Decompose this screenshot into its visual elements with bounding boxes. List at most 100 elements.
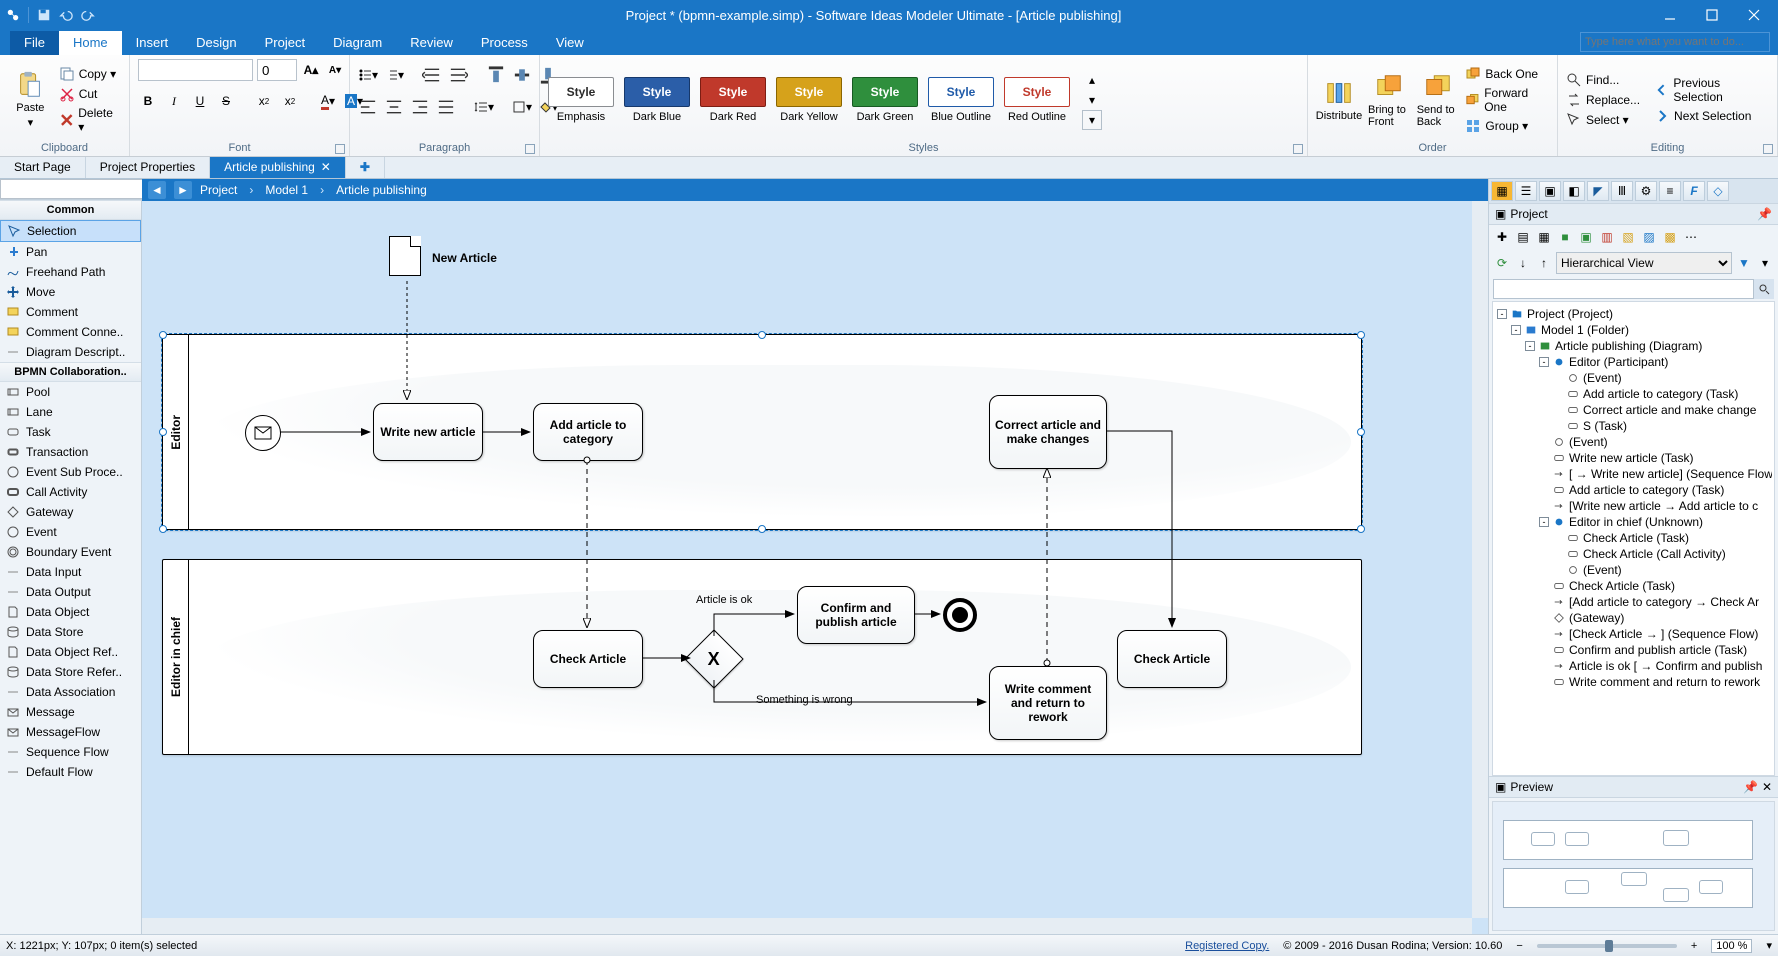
toolbox-item[interactable]: Call Activity	[0, 482, 141, 502]
minimize-button[interactable]	[1652, 4, 1688, 26]
shrink-font-icon[interactable]: A▾	[325, 60, 345, 80]
tab-process[interactable]: Process	[467, 31, 542, 55]
tb-icon[interactable]: ▤	[1514, 228, 1532, 246]
tab-design[interactable]: Design	[182, 31, 250, 55]
tree-expand-icon[interactable]: -	[1497, 309, 1507, 319]
tb-icon[interactable]: ↓	[1514, 254, 1532, 272]
tb-icon[interactable]: ■	[1556, 228, 1574, 246]
bullets-icon[interactable]: ▾	[358, 65, 378, 85]
tree-node[interactable]: (Event)	[1497, 434, 1772, 450]
tb-icon[interactable]: ▧	[1619, 228, 1637, 246]
toolbox-search[interactable]	[0, 179, 144, 199]
toolbox-item[interactable]: Default Flow	[0, 762, 141, 782]
tree-filter-input[interactable]	[1493, 279, 1754, 299]
tree-node[interactable]: Check Article (Task)	[1497, 530, 1772, 546]
tb-icon[interactable]: ▥	[1598, 228, 1616, 246]
breadcrumb-item[interactable]: Model 1	[265, 183, 308, 197]
panel-tab-icon[interactable]: ◧	[1563, 181, 1585, 201]
close-tab-icon[interactable]: ✕	[321, 160, 331, 174]
tb-icon[interactable]: ▦	[1535, 228, 1553, 246]
panel-tab-icon[interactable]: Ⅲ	[1611, 181, 1633, 201]
panel-tab-icon[interactable]: ≡	[1659, 181, 1681, 201]
toolbox-item[interactable]: Transaction	[0, 442, 141, 462]
tree-expand-icon[interactable]: -	[1539, 517, 1549, 527]
pin-icon[interactable]: 📌	[1757, 207, 1772, 221]
tree-node[interactable]: Write new article (Task)	[1497, 450, 1772, 466]
bpmn-task-confirm[interactable]: Confirm and publish article	[797, 586, 915, 644]
subscript-icon[interactable]: x2	[254, 91, 274, 111]
paragraph-launcher-icon[interactable]	[525, 144, 535, 154]
bring-front-button[interactable]: Bring to Front	[1368, 72, 1411, 128]
next-selection-button[interactable]: Next Selection	[1654, 108, 1769, 124]
style-scroll-up-icon[interactable]: ▴	[1082, 70, 1102, 90]
tb-more-icon[interactable]: ▾	[1756, 254, 1774, 272]
tb-icon[interactable]: ↑	[1535, 254, 1553, 272]
copy-button[interactable]: Copy ▾	[59, 66, 121, 82]
toolbox-item[interactable]: Task	[0, 422, 141, 442]
tab-insert[interactable]: Insert	[122, 31, 183, 55]
bpmn-data-object[interactable]	[389, 236, 421, 276]
doc-tab-start[interactable]: Start Page	[0, 157, 86, 178]
style-more-icon[interactable]: ▾	[1082, 110, 1102, 130]
align-mid-icon[interactable]	[512, 65, 532, 85]
tree-node[interactable]: (Event)	[1497, 370, 1772, 386]
toolbox-item[interactable]: Comment Conne..	[0, 322, 141, 342]
tree-expand-icon[interactable]: -	[1539, 357, 1549, 367]
tree-node[interactable]: (Event)	[1497, 562, 1772, 578]
toolbox-item[interactable]: Comment	[0, 302, 141, 322]
toolbox-item[interactable]: Pan	[0, 242, 141, 262]
ribbon-search[interactable]	[1580, 32, 1770, 52]
strike-icon[interactable]: S	[216, 91, 236, 111]
zoom-slider[interactable]	[1537, 944, 1677, 948]
tree-view-select[interactable]: Hierarchical View	[1556, 252, 1732, 274]
toolbox-item[interactable]: Boundary Event	[0, 542, 141, 562]
font-name-input[interactable]	[138, 59, 253, 81]
align-right-icon[interactable]	[410, 97, 430, 117]
tree-node[interactable]: Add article to category (Task)	[1497, 386, 1772, 402]
bpmn-task-check2[interactable]: Check Article	[1117, 630, 1227, 688]
maximize-button[interactable]	[1694, 4, 1730, 26]
breadcrumb-item[interactable]: Project	[200, 183, 237, 197]
panel-tab-icon[interactable]: ◇	[1707, 181, 1729, 201]
superscript-icon[interactable]: x2	[280, 91, 300, 111]
toolbox-item[interactable]: Data Output	[0, 582, 141, 602]
distribute-button[interactable]: Distribute	[1316, 78, 1362, 122]
pin-icon[interactable]: 📌	[1743, 780, 1758, 794]
project-tree[interactable]: -Project (Project)-Model 1 (Folder)-Arti…	[1492, 301, 1775, 776]
tab-review[interactable]: Review	[396, 31, 467, 55]
doc-tab-add[interactable]: ✚	[346, 157, 385, 178]
toolbox-item[interactable]: Freehand Path	[0, 262, 141, 282]
font-size-input[interactable]	[257, 59, 297, 81]
bpmn-task-write[interactable]: Write new article	[373, 403, 483, 461]
font-launcher-icon[interactable]	[335, 144, 345, 154]
tree-node[interactable]: Correct article and make change	[1497, 402, 1772, 418]
bpmn-task-correct[interactable]: Correct article and make changes	[989, 395, 1107, 469]
style-dark-yellow[interactable]: StyleDark Yellow	[776, 77, 842, 123]
group-button[interactable]: Group ▾	[1465, 118, 1549, 134]
tree-node[interactable]: [ → Write new article] (Sequence Flow)	[1497, 466, 1772, 482]
tree-node[interactable]: Write comment and return to rework	[1497, 674, 1772, 690]
toolbox-item[interactable]: Gateway	[0, 502, 141, 522]
tree-node[interactable]: [Add article to category → Check Ar	[1497, 594, 1772, 610]
panel-tab-icon[interactable]: ◤	[1587, 181, 1609, 201]
select-button[interactable]: Select ▾	[1566, 112, 1640, 128]
forward-one-button[interactable]: Forward One	[1465, 86, 1549, 114]
paste-button[interactable]: Paste ▾	[8, 70, 53, 129]
bpmn-task-check[interactable]: Check Article	[533, 630, 643, 688]
tree-node[interactable]: -Article publishing (Diagram)	[1497, 338, 1772, 354]
panel-tab-icon[interactable]: ▦	[1491, 181, 1513, 201]
panel-tab-icon[interactable]: ☰	[1515, 181, 1537, 201]
tb-new-icon[interactable]: ✚	[1493, 228, 1511, 246]
tab-file[interactable]: File	[10, 31, 59, 55]
toolbox-item[interactable]: Data Object	[0, 602, 141, 622]
toolbox-item[interactable]: Message	[0, 702, 141, 722]
zoom-in-icon[interactable]: +	[1691, 940, 1697, 952]
toolbox-item[interactable]: Data Store Refer..	[0, 662, 141, 682]
redo-icon[interactable]	[81, 8, 95, 22]
panel-tab-icon[interactable]: ▣	[1539, 181, 1561, 201]
panel-tab-icon[interactable]: ⚙	[1635, 181, 1657, 201]
editing-launcher-icon[interactable]	[1763, 144, 1773, 154]
tree-expand-icon[interactable]: -	[1511, 325, 1521, 335]
style-emphasis[interactable]: StyleEmphasis	[548, 77, 614, 123]
tree-filter-search-icon[interactable]	[1754, 279, 1774, 299]
